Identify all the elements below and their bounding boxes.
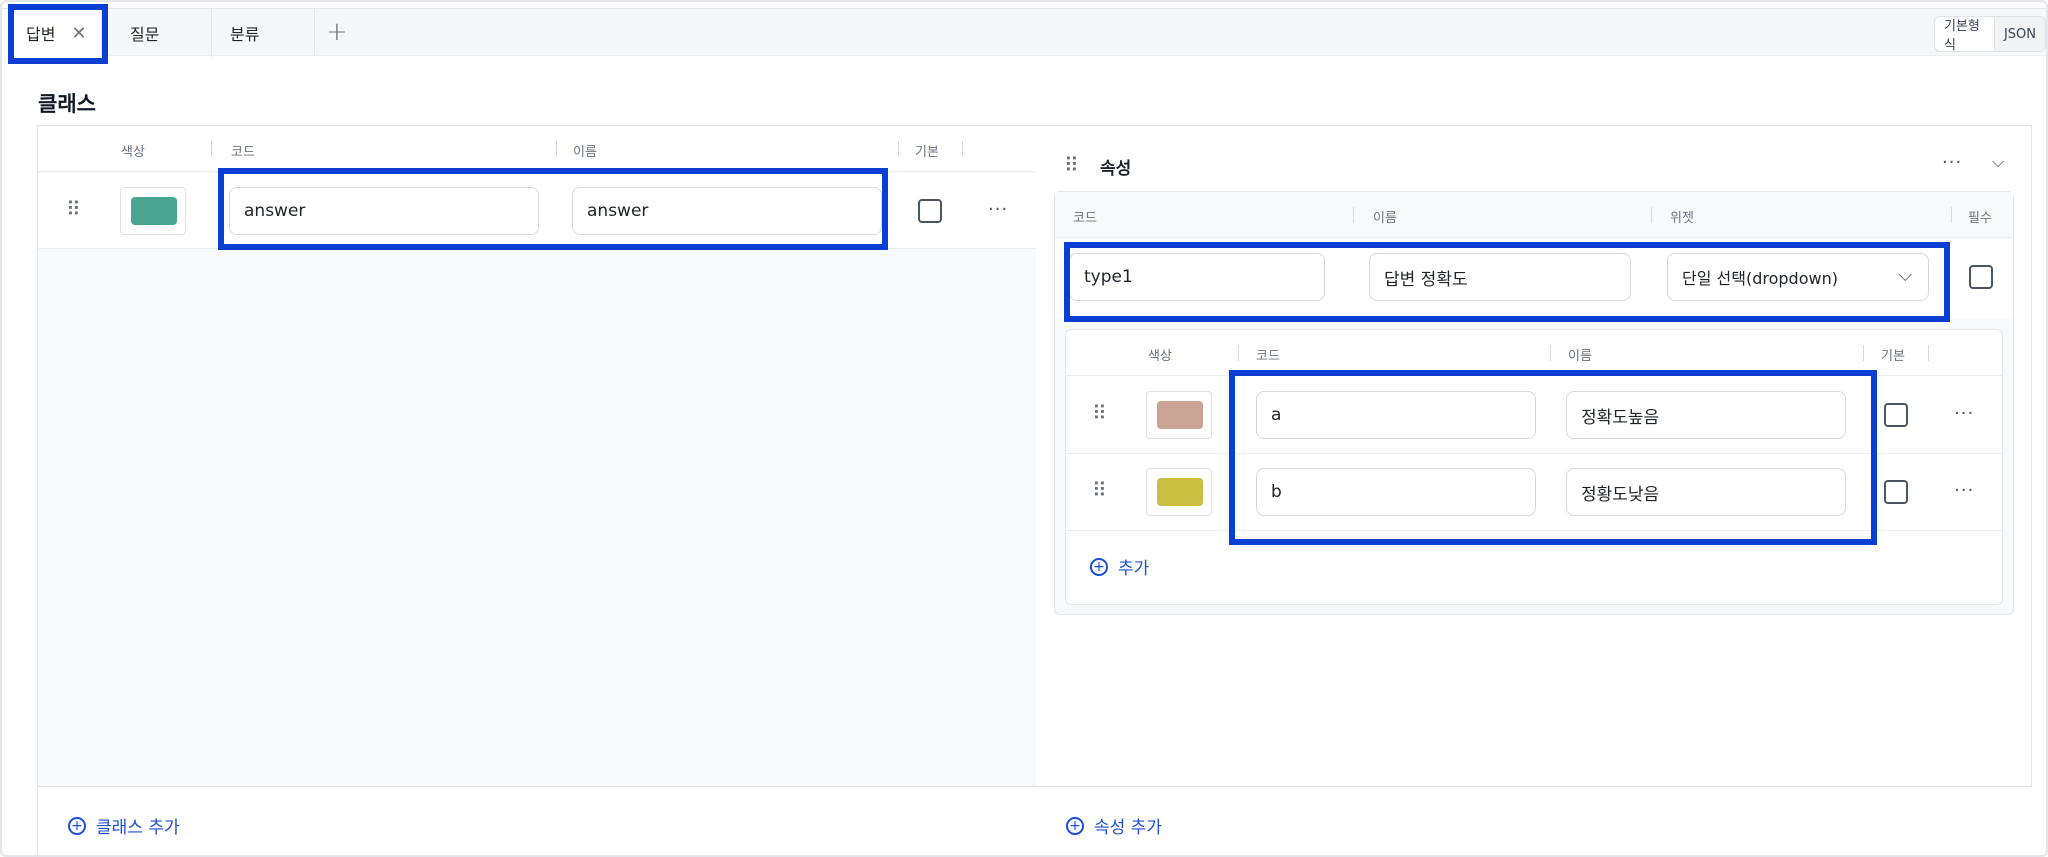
header-default: 기본 <box>1881 349 1905 364</box>
header-divider <box>1651 207 1652 223</box>
option-code-input[interactable]: b <box>1256 468 1536 516</box>
header-divider <box>1951 207 1952 223</box>
options-box: 색상 코드 이름 기본 ⠿ a 정확도높음 ··· ⠿ b 정황도낮음 ··· … <box>1065 329 2003 605</box>
class-name-input[interactable]: answer <box>572 187 882 235</box>
color-swatch <box>1157 401 1203 429</box>
add-attribute-button[interactable]: + 속성 추가 <box>1066 813 1162 838</box>
plus-circle-icon: + <box>1066 816 1084 835</box>
tab-category[interactable]: 분류 <box>212 9 314 57</box>
chevron-down-icon: ⌵ <box>1898 265 1912 286</box>
add-class-label: 클래스 추가 <box>96 818 180 838</box>
view-toggle: 기본형식 JSON <box>1934 16 2046 52</box>
tab-question[interactable]: 질문 <box>102 9 212 57</box>
section-title: 클래스 <box>38 92 96 116</box>
chevron-down-icon[interactable]: ⌵ <box>1992 152 2004 172</box>
header-divider <box>962 141 963 157</box>
more-icon[interactable]: ··· <box>1954 480 1974 501</box>
color-picker[interactable] <box>1146 391 1212 439</box>
drag-handle-icon[interactable]: ⠿ <box>1092 480 1107 500</box>
tab-label: 답변 <box>26 25 56 44</box>
tab-label: 분류 <box>230 25 260 44</box>
color-picker[interactable] <box>1146 468 1212 516</box>
more-icon[interactable]: ··· <box>988 199 1008 220</box>
attribute-code-input[interactable]: type1 <box>1069 253 1325 301</box>
default-checkbox[interactable] <box>1884 480 1908 504</box>
option-row: ⠿ a 정확도높음 ··· <box>1066 377 2002 454</box>
header-divider <box>1550 345 1551 361</box>
more-icon[interactable]: ··· <box>1942 152 1962 173</box>
more-icon[interactable]: ··· <box>1954 403 1974 424</box>
add-attribute-label: 속성 추가 <box>1094 818 1162 838</box>
toggle-basic-format[interactable]: 기본형식 <box>1935 17 1995 51</box>
color-swatch <box>131 197 177 225</box>
tab-label: 질문 <box>130 25 160 44</box>
close-icon[interactable]: ✕ <box>71 23 86 44</box>
color-swatch <box>1157 478 1203 506</box>
tab-bar: 답변 ✕ 질문 분류 + 기본형식 JSON <box>2 8 2046 57</box>
header-name: 이름 <box>573 145 597 160</box>
toggle-json[interactable]: JSON <box>1995 17 2045 51</box>
plus-icon[interactable]: + <box>326 17 348 47</box>
class-table-header: 색상 코드 이름 기본 <box>38 126 1036 172</box>
default-checkbox[interactable] <box>918 199 942 223</box>
class-panel: 색상 코드 이름 기본 ⠿ answer answer ··· + 클래스 추가 <box>37 125 1037 855</box>
header-widget: 위젯 <box>1670 211 1694 226</box>
drag-handle-icon[interactable]: ⠿ <box>1092 403 1107 423</box>
attribute-panel: ⠿ 속성 ··· ⌵ 코드 이름 위젯 필수 type1 답변 정확도 단일 선… <box>1036 125 2032 855</box>
header-color: 색상 <box>121 145 145 160</box>
add-option-button[interactable]: + 추가 <box>1090 554 1149 579</box>
color-picker[interactable] <box>120 187 186 235</box>
header-default: 기본 <box>915 145 939 160</box>
header-code: 코드 <box>1073 211 1097 226</box>
header-divider <box>556 141 557 157</box>
attribute-row: type1 답변 정확도 단일 선택(dropdown) ⌵ <box>1055 239 2013 319</box>
app-frame: 답변 ✕ 질문 분류 + 기본형식 JSON 클래스 색상 코드 이름 기본 ⠿… <box>0 0 2048 857</box>
header-divider <box>1928 345 1929 361</box>
header-divider <box>1353 207 1354 223</box>
header-code: 코드 <box>1256 349 1280 364</box>
header-divider <box>1863 345 1864 361</box>
class-row: ⠿ answer answer ··· <box>38 173 1036 249</box>
default-checkbox[interactable] <box>1884 403 1908 427</box>
widget-select-value: 단일 선택(dropdown) <box>1682 269 1838 288</box>
option-row: ⠿ b 정황도낮음 ··· <box>1066 454 2002 531</box>
options-table-header: 색상 코드 이름 기본 <box>1066 330 2002 376</box>
drag-handle-icon[interactable]: ⠿ <box>66 199 81 219</box>
drag-handle-icon[interactable]: ⠿ <box>1064 155 1079 175</box>
option-code-input[interactable]: a <box>1256 391 1536 439</box>
option-name-input[interactable]: 정황도낮음 <box>1566 468 1846 516</box>
attribute-title: 속성 <box>1100 159 1132 179</box>
header-name: 이름 <box>1373 211 1397 226</box>
header-divider <box>898 141 899 157</box>
required-checkbox[interactable] <box>1969 265 1993 289</box>
header-code: 코드 <box>231 145 255 160</box>
class-panel-footer: + 클래스 추가 <box>38 786 1036 855</box>
header-divider <box>211 141 212 157</box>
attribute-panel-footer: + 속성 추가 <box>1036 786 2032 855</box>
header-divider <box>1238 345 1239 361</box>
header-color: 색상 <box>1148 349 1172 364</box>
attribute-box: 코드 이름 위젯 필수 type1 답변 정확도 단일 선택(dropdown)… <box>1054 191 2014 615</box>
header-name: 이름 <box>1568 349 1592 364</box>
attribute-table-header: 코드 이름 위젯 필수 <box>1055 192 2013 238</box>
class-code-input[interactable]: answer <box>229 187 539 235</box>
add-option-label: 추가 <box>1118 559 1150 579</box>
tab-answer[interactable]: 답변 ✕ <box>2 9 102 57</box>
add-class-button[interactable]: + 클래스 추가 <box>68 813 180 838</box>
plus-circle-icon: + <box>1090 557 1108 576</box>
tab-divider <box>314 9 315 57</box>
option-name-input[interactable]: 정확도높음 <box>1566 391 1846 439</box>
header-required: 필수 <box>1968 211 1992 226</box>
plus-circle-icon: + <box>68 816 86 835</box>
widget-select[interactable]: 단일 선택(dropdown) ⌵ <box>1667 253 1929 301</box>
attribute-name-input[interactable]: 답변 정확도 <box>1369 253 1631 301</box>
